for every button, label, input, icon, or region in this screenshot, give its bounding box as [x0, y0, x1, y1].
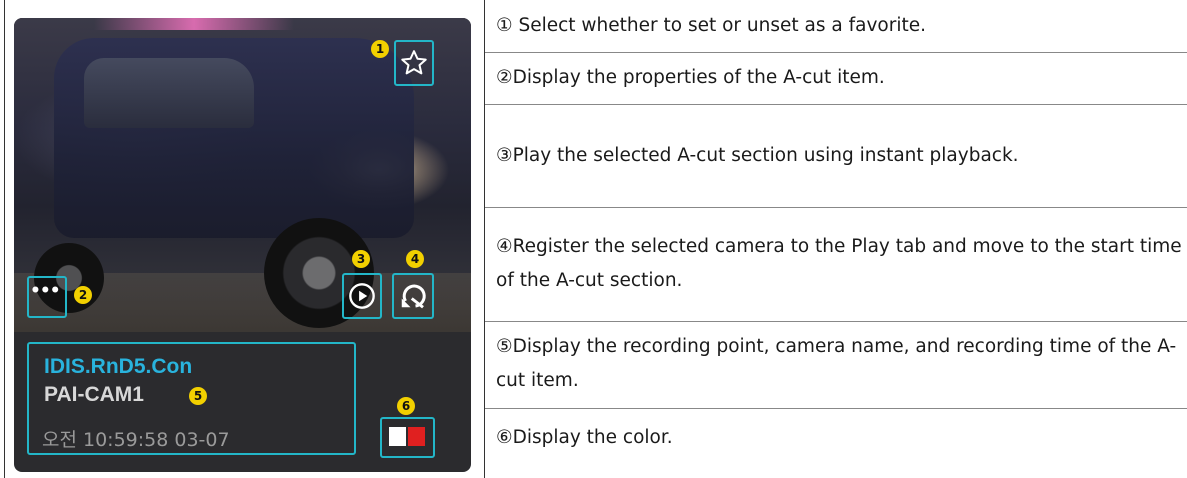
description-6: ⑥Display the color.	[496, 427, 673, 448]
description-3: ③Play the selected A-cut section using i…	[496, 145, 1019, 166]
description-2: ②Display the properties of the A-cut ite…	[496, 67, 885, 88]
play-button-highlight[interactable]	[342, 273, 382, 319]
callout-6: 6	[397, 397, 415, 415]
favorite-star-highlight[interactable]	[394, 40, 434, 86]
description-5: ⑤Display the recording point, camera nam…	[496, 336, 1177, 391]
row-divider	[485, 52, 1187, 53]
callout-1: 1	[371, 40, 389, 58]
thumbnail-vehicle-window	[84, 58, 254, 128]
color-swatch-red	[408, 427, 425, 446]
camera-name: PAI-CAM1	[44, 383, 144, 406]
row-divider	[485, 207, 1187, 208]
properties-button-highlight[interactable]: •••	[27, 276, 67, 318]
callout-4: 4	[406, 250, 424, 268]
recording-time: 오전 10:59:58 03-07	[42, 429, 230, 451]
star-icon[interactable]	[399, 48, 429, 78]
go-to-play-tab-icon[interactable]	[398, 281, 428, 311]
row-divider	[485, 321, 1187, 322]
description-1: ① Select whether to set or unset as a fa…	[496, 15, 926, 36]
table-middle-border	[484, 0, 485, 478]
description-4: ④Register the selected camera to the Pla…	[496, 236, 1182, 291]
row-divider	[485, 104, 1187, 105]
table-left-border	[4, 0, 5, 478]
description-table: 1 ••• 2 3 4 IDIS.RnD5.Con PAI-CAM1 오전 10…	[0, 0, 1187, 478]
play-icon[interactable]	[348, 282, 376, 310]
more-dots-icon[interactable]: •••	[30, 281, 61, 301]
go-to-play-tab-highlight[interactable]	[392, 273, 434, 319]
callout-5: 5	[189, 387, 207, 405]
row-divider	[485, 408, 1187, 409]
color-swatch-white	[389, 427, 406, 446]
recording-point-name: IDIS.RnD5.Con	[44, 355, 193, 378]
callout-3: 3	[352, 250, 370, 268]
callout-2: 2	[74, 286, 92, 304]
thumbnail-light	[94, 18, 294, 30]
